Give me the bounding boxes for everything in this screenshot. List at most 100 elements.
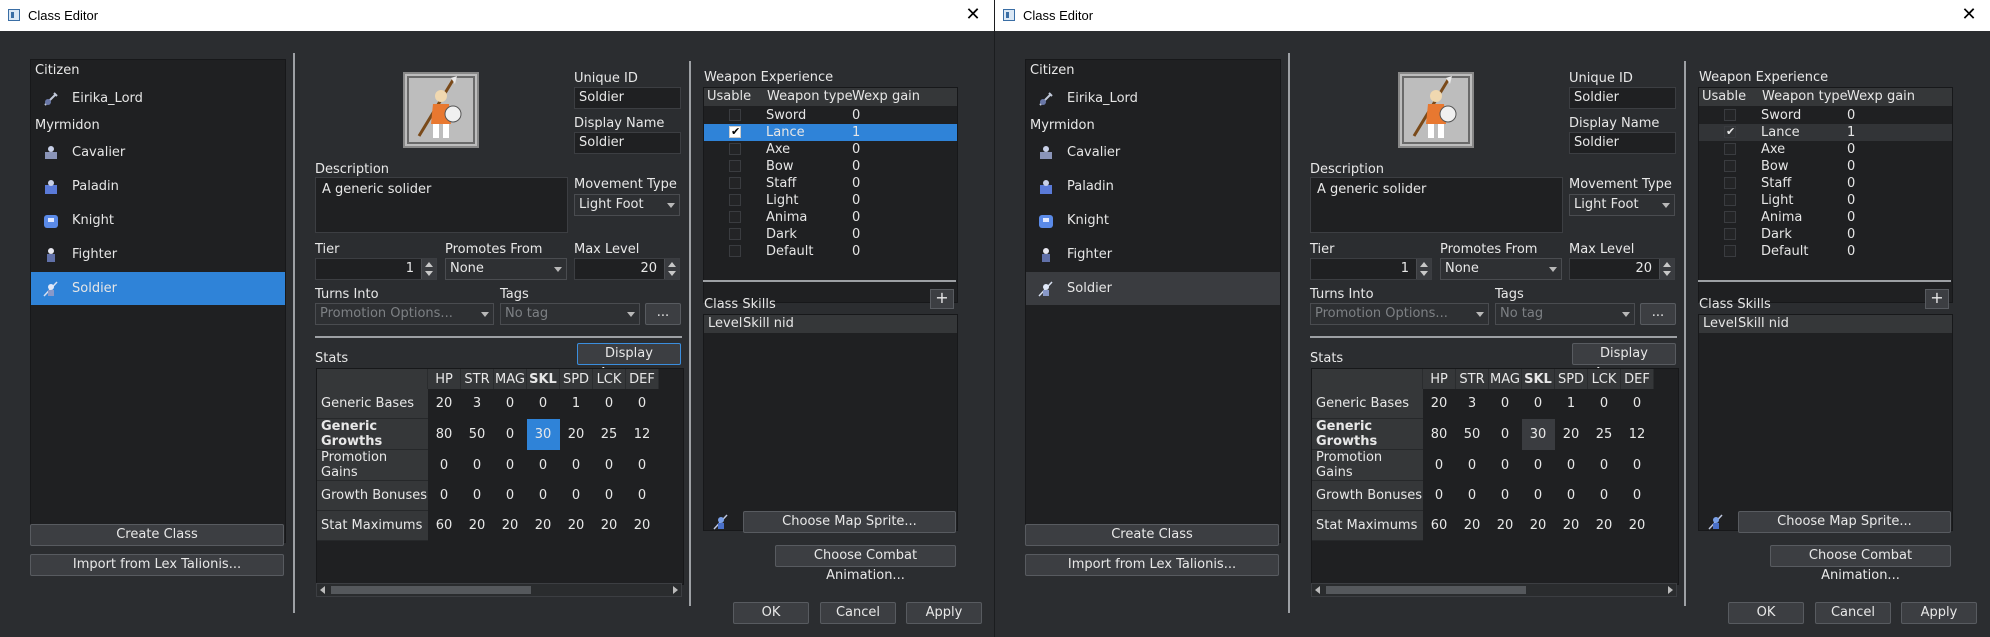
weapon-experience-table[interactable]: Usable Weapon type Wexp gain Sword 0 Lanc…	[703, 87, 958, 303]
stat-cell[interactable]: 0	[494, 450, 527, 481]
stat-cell[interactable]: 20	[527, 511, 560, 541]
stat-cell[interactable]: 20	[1522, 511, 1555, 541]
stat-cell[interactable]: 20	[494, 511, 527, 541]
stat-cell[interactable]: 12	[1621, 419, 1654, 450]
stats-table[interactable]: HP STR MAG SKL SPD LCK DEF Generic Bases…	[1311, 368, 1679, 585]
table-row[interactable]: Staff 0	[704, 175, 957, 192]
stat-cell[interactable]: 20	[1555, 419, 1588, 450]
table-row[interactable]: Default 0	[1699, 243, 1952, 260]
table-row[interactable]: Bow 0	[704, 158, 957, 175]
splitter[interactable]	[1684, 61, 1686, 606]
column-header-hp[interactable]: HP	[427, 369, 461, 389]
apply-button[interactable]: Apply	[906, 602, 982, 624]
row-header[interactable]: Stat Maximums	[317, 510, 428, 541]
stat-cell[interactable]: 50	[1456, 419, 1489, 450]
row-header[interactable]: Growth Bonuses	[317, 480, 428, 511]
scroll-left-icon[interactable]	[320, 586, 325, 594]
usable-checkbox[interactable]	[729, 211, 741, 223]
tier-spinbox[interactable]: 1	[315, 258, 437, 280]
splitter[interactable]	[293, 53, 295, 613]
column-header-skill-nid[interactable]: Skill nid	[743, 316, 794, 331]
stat-cell[interactable]: 60	[428, 511, 461, 541]
stat-cell[interactable]: 1	[560, 389, 593, 419]
table-row[interactable]: Dark 0	[704, 226, 957, 243]
row-header[interactable]: Generic Growths	[317, 418, 428, 450]
stat-cell[interactable]: 1	[1555, 389, 1588, 419]
stat-cell-selected[interactable]: 30	[1521, 418, 1555, 450]
column-header-str[interactable]: STR	[1455, 369, 1489, 389]
row-header[interactable]: Stat Maximums	[1312, 510, 1423, 541]
choose-map-sprite-button[interactable]: Choose Map Sprite...	[1738, 511, 1951, 533]
usable-checkbox-checked[interactable]	[1724, 123, 1736, 140]
usable-checkbox[interactable]	[1724, 245, 1736, 257]
stat-cell[interactable]: 0	[1489, 481, 1522, 511]
stat-cell[interactable]: 20	[1588, 511, 1621, 541]
table-row[interactable]: Axe 0	[1699, 141, 1952, 158]
stat-cell[interactable]: 60	[1423, 511, 1456, 541]
stat-cell[interactable]: 20	[593, 511, 626, 541]
stat-cell[interactable]: 0	[1522, 389, 1555, 419]
row-header[interactable]: Promotion Gains	[317, 449, 428, 481]
unique-id-field[interactable]: Soldier	[574, 87, 681, 109]
stat-cell[interactable]: 0	[560, 450, 593, 481]
list-item-eirika-lord[interactable]: Eirika_Lord	[31, 82, 285, 115]
stat-cell[interactable]: 50	[461, 419, 494, 450]
list-item-cavalier[interactable]: Cavalier	[31, 136, 285, 169]
choose-combat-animation-button[interactable]: Choose Combat Animation...	[1770, 545, 1951, 583]
stat-cell[interactable]: 0	[1456, 481, 1489, 511]
column-header-spd[interactable]: SPD	[1554, 369, 1588, 389]
list-item-paladin[interactable]: Paladin	[1026, 170, 1280, 203]
tier-spinbox[interactable]: 1	[1310, 258, 1432, 280]
row-header[interactable]: Generic Growths	[1312, 418, 1423, 450]
stat-cell[interactable]: 0	[560, 481, 593, 511]
stat-cell[interactable]: 0	[1522, 450, 1555, 481]
usable-checkbox[interactable]	[729, 194, 741, 206]
table-row[interactable]: Dark 0	[1699, 226, 1952, 243]
turns-into-select[interactable]: Promotion Options...	[315, 303, 494, 325]
turns-into-select[interactable]: Promotion Options...	[1310, 303, 1489, 325]
display-averages-button[interactable]: Display Averages	[1572, 343, 1676, 381]
stat-cell[interactable]: 0	[461, 481, 494, 511]
column-header-skl[interactable]: SKL	[1521, 369, 1555, 389]
usable-checkbox[interactable]	[1724, 160, 1736, 172]
usable-checkbox[interactable]	[1724, 143, 1736, 155]
display-averages-button[interactable]: Display Averages	[577, 343, 681, 381]
promotes-from-select[interactable]: None	[445, 258, 567, 280]
stat-cell[interactable]: 20	[1555, 511, 1588, 541]
row-header[interactable]: Generic Bases	[1312, 389, 1423, 419]
table-row[interactable]: Sword 0	[1699, 107, 1952, 124]
edit-tags-button[interactable]: ...	[645, 303, 681, 325]
table-row[interactable]: Anima 0	[1699, 209, 1952, 226]
usable-checkbox[interactable]	[729, 109, 741, 121]
tags-select[interactable]: No tag	[500, 303, 640, 325]
list-item-cavalier[interactable]: Cavalier	[1026, 136, 1280, 169]
stat-cell[interactable]: 20	[461, 511, 494, 541]
table-row[interactable]: Light 0	[1699, 192, 1952, 209]
choose-combat-animation-button[interactable]: Choose Combat Animation...	[775, 545, 956, 583]
scroll-right-icon[interactable]	[673, 586, 678, 594]
cancel-button[interactable]: Cancel	[820, 602, 896, 624]
import-lex-talionis-button[interactable]: Import from Lex Talionis...	[30, 554, 284, 576]
cancel-button[interactable]: Cancel	[1815, 602, 1891, 624]
stat-cell[interactable]: 0	[1423, 450, 1456, 481]
class-skills-table[interactable]: Level Skill nid	[703, 314, 958, 531]
column-header-hp[interactable]: HP	[1422, 369, 1456, 389]
stat-cell[interactable]: 25	[593, 419, 626, 450]
list-item-knight[interactable]: Knight	[1026, 204, 1280, 237]
row-header[interactable]: Promotion Gains	[1312, 449, 1423, 481]
column-header-lck[interactable]: LCK	[1587, 369, 1621, 389]
class-list[interactable]: Citizen Eirika_Lord Myrmidon Cavalier Pa…	[1025, 59, 1281, 543]
create-class-button[interactable]: Create Class	[30, 524, 284, 546]
usable-checkbox-checked[interactable]	[729, 123, 741, 140]
row-header[interactable]: Generic Bases	[317, 389, 428, 419]
spin-arrows-icon[interactable]	[1659, 259, 1674, 279]
stat-cell[interactable]: 20	[626, 511, 659, 541]
stat-cell[interactable]: 0	[593, 481, 626, 511]
usable-checkbox[interactable]	[729, 177, 741, 189]
stat-cell[interactable]: 20	[1489, 511, 1522, 541]
stat-cell-selected[interactable]: 30	[526, 418, 560, 450]
column-header-usable[interactable]: Usable	[1702, 89, 1746, 104]
table-row[interactable]: Axe 0	[704, 141, 957, 158]
stat-cell[interactable]: 80	[428, 419, 461, 450]
list-item-fighter[interactable]: Fighter	[31, 238, 285, 271]
